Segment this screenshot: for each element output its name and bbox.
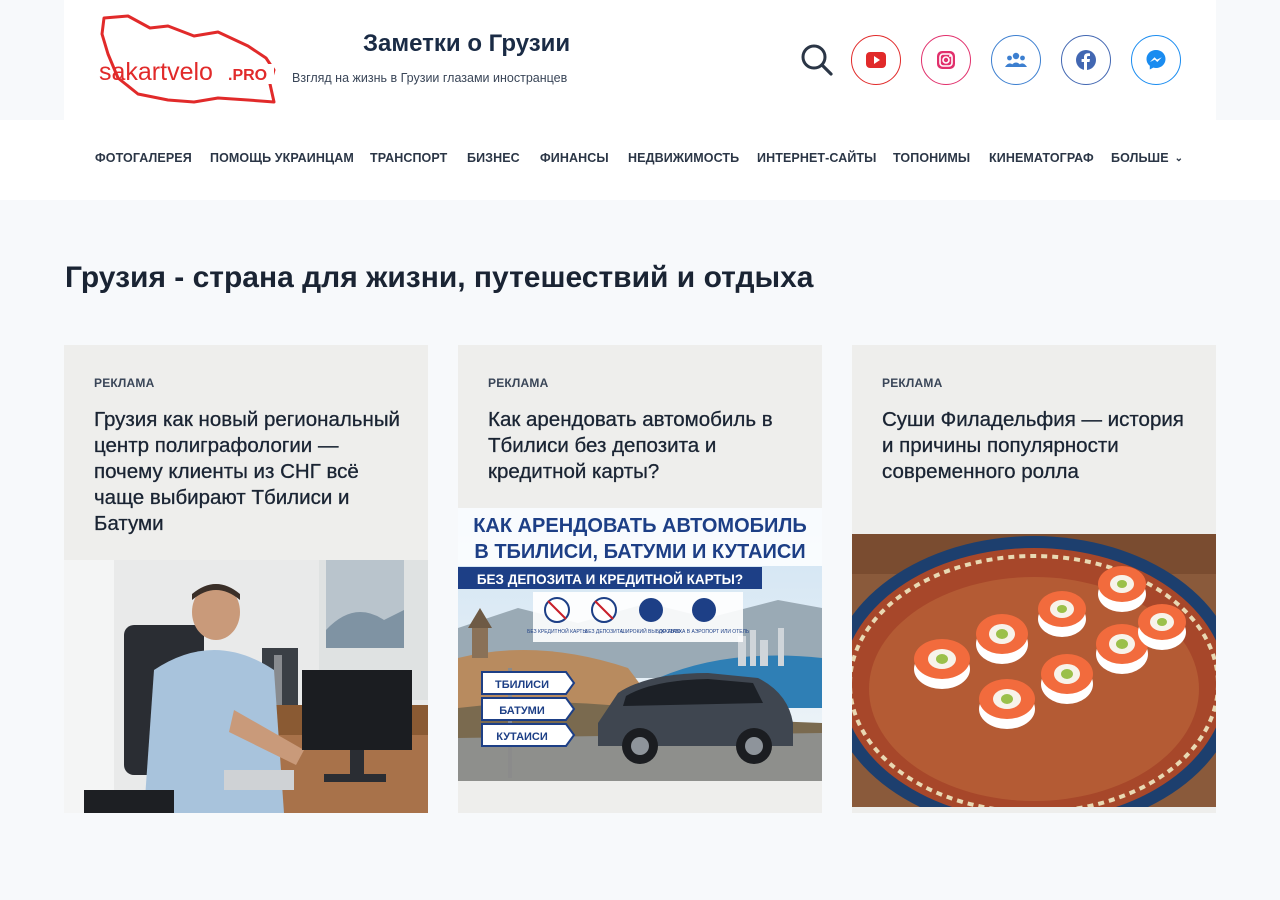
instagram-icon <box>937 51 955 69</box>
card-category[interactable]: РЕКЛАМА <box>488 376 548 390</box>
main-navigation: ФОТОГАЛЕРЕЯ ПОМОЩЬ УКРАИНЦАМ ТРАНСПОРТ Б… <box>0 120 1280 200</box>
card-title[interactable]: Суши Филадельфия — история и причины поп… <box>882 407 1192 485</box>
nav-item-transport[interactable]: ТРАНСПОРТ <box>370 151 447 165</box>
location-pin-icon <box>692 598 716 622</box>
nav-item-photo-gallery[interactable]: ФОТОГАЛЕРЕЯ <box>95 151 192 165</box>
sign-kutaisi: КУТАИСИ <box>496 731 548 743</box>
instagram-link[interactable] <box>921 35 971 85</box>
site-title[interactable]: Заметки о Грузии <box>363 30 570 58</box>
site-logo[interactable]: sakartvelo .PRO <box>98 14 278 104</box>
nav-item-finance[interactable]: ФИНАНСЫ <box>540 151 609 165</box>
card-category[interactable]: РЕКЛАМА <box>882 376 942 390</box>
article-card-sushi[interactable]: РЕКЛАМА Суши Филадельфия — история и при… <box>852 345 1216 813</box>
search-icon <box>801 44 833 76</box>
chevron-down-icon: ⌄ <box>1174 153 1184 164</box>
card-title[interactable]: Грузия как новый региональный центр поли… <box>94 407 404 537</box>
facebook-icon <box>1076 50 1096 70</box>
card-image-office-man[interactable] <box>64 560 428 813</box>
banner-line-2: В ТБИЛИСИ, БАТУМИ И КУТАИСИ <box>474 541 805 563</box>
group-link[interactable] <box>991 35 1041 85</box>
article-card-polygraph[interactable]: РЕКЛАМА Грузия как новый региональный це… <box>64 345 428 813</box>
nav-more-label: БОЛЬШЕ <box>1111 151 1169 165</box>
youtube-link[interactable] <box>851 35 901 85</box>
messenger-icon <box>1146 50 1166 70</box>
sign-batumi: БАТУМИ <box>499 705 545 717</box>
messenger-link[interactable] <box>1131 35 1181 85</box>
svg-text:БЕЗ КРЕДИТНОЙ КАРТЫ: БЕЗ КРЕДИТНОЙ КАРТЫ <box>527 627 587 635</box>
car-choice-icon <box>639 598 663 622</box>
nav-item-business[interactable]: БИЗНЕС <box>467 151 520 165</box>
nav-item-help-ukrainians[interactable]: ПОМОЩЬ УКРАИНЦАМ <box>210 151 354 165</box>
nav-item-websites[interactable]: ИНТЕРНЕТ-САЙТЫ <box>757 151 877 165</box>
header-inner: sakartvelo .PRO Заметки о Грузии Взгляд … <box>64 0 1216 120</box>
logo-text: sakartvelo <box>99 58 213 86</box>
nav-item-real-estate[interactable]: НЕДВИЖИМОСТЬ <box>628 151 739 165</box>
group-icon <box>1005 52 1027 67</box>
logo-badge: .PRO <box>228 67 267 84</box>
card-image-car-rental-banner[interactable]: КАК АРЕНДОВАТЬ АВТОМОБИЛЬ В ТБИЛИСИ, БАТ… <box>458 508 822 781</box>
search-button[interactable] <box>799 42 835 78</box>
banner-line-3: БЕЗ ДЕПОЗИТА И КРЕДИТНОЙ КАРТЫ? <box>477 572 743 587</box>
nav-item-more[interactable]: БОЛЬШЕ ⌄ <box>1111 151 1183 165</box>
facebook-link[interactable] <box>1061 35 1111 85</box>
card-category[interactable]: РЕКЛАМА <box>94 376 154 390</box>
banner-line-1: КАК АРЕНДОВАТЬ АВТОМОБИЛЬ <box>473 515 807 537</box>
nav-item-cinema[interactable]: КИНЕМАТОГРАФ <box>989 151 1094 165</box>
card-image-sushi[interactable] <box>852 534 1216 807</box>
site-header: sakartvelo .PRO Заметки о Грузии Взгляд … <box>0 0 1280 120</box>
site-tagline: Взгляд на жизнь в Грузии глазами иностра… <box>292 71 568 85</box>
card-title[interactable]: Как арендовать автомобиль в Тбилиси без … <box>488 407 798 485</box>
article-card-car-rental[interactable]: РЕКЛАМА Как арендовать автомобиль в Тбил… <box>458 345 822 813</box>
svg-text:БЕЗ ДЕПОЗИТА: БЕЗ ДЕПОЗИТА <box>585 629 624 635</box>
sign-tbilisi: ТБИЛИСИ <box>495 679 549 691</box>
svg-text:ДОСТАВКА В АЭРОПОРТ ИЛИ ОТЕЛЬ: ДОСТАВКА В АЭРОПОРТ ИЛИ ОТЕЛЬ <box>659 629 750 635</box>
nav-item-toponyms[interactable]: ТОПОНИМЫ <box>893 151 970 165</box>
page-title: Грузия - страна для жизни, путешествий и… <box>65 261 814 294</box>
youtube-icon <box>866 52 886 68</box>
